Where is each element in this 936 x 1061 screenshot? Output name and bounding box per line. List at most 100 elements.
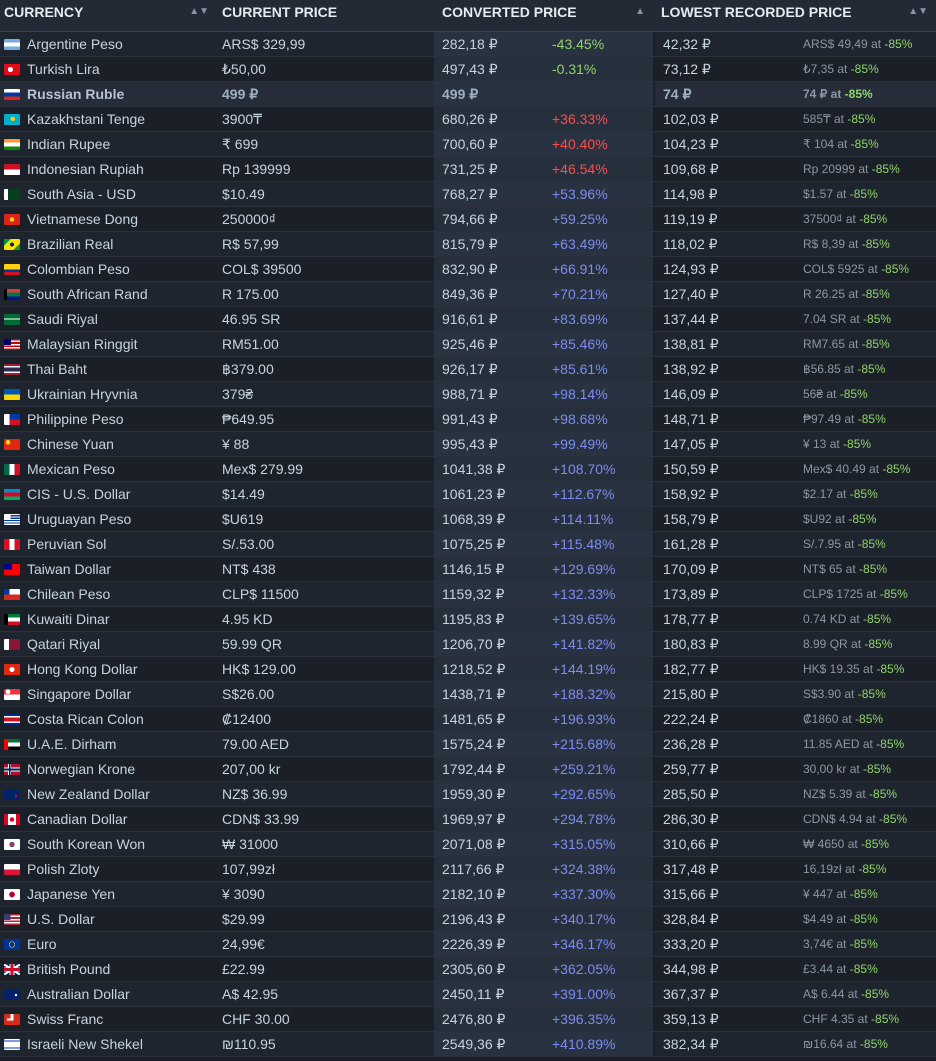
price-difference: +40.40%	[552, 136, 608, 152]
current-price-cell: HK$ 129.00	[222, 661, 296, 677]
lowest-price-cell: 359,13 ₽ CHF 4.35 at -85%	[653, 1007, 936, 1031]
table-row[interactable]: Hong Kong Dollar HK$ 129.00 1218,52 ₽ +1…	[0, 657, 936, 682]
column-header-current-price[interactable]: CURRENT PRICE	[217, 0, 434, 31]
lowest-recorded-detail: ¥ 447 at -85%	[803, 882, 878, 906]
table-row[interactable]: Ukrainian Hryvnia 379₴ 988,71 ₽ +98.14% …	[0, 382, 936, 407]
price-difference: +114.11%	[552, 511, 614, 527]
converted-price-cell: 832,90 ₽ +66.91%	[434, 257, 653, 281]
current-price-cell: 107,99zł	[222, 861, 275, 877]
table-row[interactable]: South Asia - USD $10.49 768,27 ₽ +53.96%…	[0, 182, 936, 207]
lowest-price-cell: 367,37 ₽ A$ 6.44 at -85%	[653, 982, 936, 1006]
currency-name: U.S. Dollar	[27, 911, 95, 927]
table-row[interactable]: Mexican Peso Mex$ 279.99 1041,38 ₽ +108.…	[0, 457, 936, 482]
table-row[interactable]: British Pound £22.99 2305,60 ₽ +362.05% …	[0, 957, 936, 982]
current-price-cell: ฿379.00	[222, 361, 274, 377]
discount-percent: -85%	[871, 1012, 900, 1026]
currency-cell: Malaysian Ringgit	[0, 332, 217, 356]
lowest-price-cell: 127,40 ₽ R 26.25 at -85%	[653, 282, 936, 306]
converted-price: 497,43 ₽	[442, 61, 498, 77]
column-header-lowest-recorded-price[interactable]: LOWEST RECORDED PRICE ▲▼	[653, 0, 936, 31]
price-difference: +83.69%	[552, 311, 608, 327]
colombia-flag-icon	[4, 263, 20, 275]
lowest-price-cell: 315,66 ₽ ¥ 447 at -85%	[653, 882, 936, 906]
lowest-recorded-local-price: S$3.90 at	[803, 687, 858, 701]
lowest-recorded-local-price: 0.74 KD at	[803, 612, 864, 626]
lowest-recorded-local-price: 3,74€ at	[803, 937, 850, 951]
table-row[interactable]: Brazilian Real R$ 57,99 815,79 ₽ +63.49%…	[0, 232, 936, 257]
table-row[interactable]: Israeli New Shekel ₪110.95 2549,36 ₽ +41…	[0, 1032, 936, 1057]
price-difference: +139.65%	[552, 611, 616, 627]
converted-price: 1075,25 ₽	[442, 536, 506, 552]
price-difference: -43.45%	[552, 36, 605, 52]
saudi-flag-icon	[4, 313, 20, 325]
table-row[interactable]: South African Rand R 175.00 849,36 ₽ +70…	[0, 282, 936, 307]
table-row[interactable]: Kuwaiti Dinar 4.95 KD 1195,83 ₽ +139.65%…	[0, 607, 936, 632]
column-header-currency[interactable]: CURRENCY ▲▼	[0, 0, 217, 31]
lowest-recorded-local-price: ¥ 13 at	[803, 437, 844, 451]
table-row[interactable]: Kazakhstani Tenge 3900₸ 680,26 ₽ +36.33%…	[0, 107, 936, 132]
table-row[interactable]: Norwegian Krone 207,00 kr 1792,44 ₽ +259…	[0, 757, 936, 782]
lowest-recorded-local-price: CDN$ 4.94 at	[803, 812, 880, 826]
table-row[interactable]: Euro 24,99€ 2226,39 ₽ +346.17% 333,20 ₽ …	[0, 932, 936, 957]
lowest-recorded-detail: ฿56.85 at -85%	[803, 357, 885, 381]
current-price-cell: ₱649.95	[222, 411, 275, 427]
table-row[interactable]: U.S. Dollar $29.99 2196,43 ₽ +340.17% 32…	[0, 907, 936, 932]
current-price-cell: Rp 139999	[222, 161, 291, 177]
table-row[interactable]: Colombian Peso COL$ 39500 832,90 ₽ +66.9…	[0, 257, 936, 282]
table-row[interactable]: Indian Rupee ₹ 699 700,60 ₽ +40.40% 104,…	[0, 132, 936, 157]
converted-price: 1195,83 ₽	[442, 611, 505, 627]
price-difference: +36.33%	[552, 111, 608, 127]
table-row[interactable]: Philippine Peso ₱649.95 991,43 ₽ +98.68%…	[0, 407, 936, 432]
table-row[interactable]: Polish Zloty 107,99zł 2117,66 ₽ +324.38%…	[0, 857, 936, 882]
current-price-cell: $29.99	[222, 911, 265, 927]
lowest-price-cell: 138,81 ₽ RM7.65 at -85%	[653, 332, 936, 356]
table-row[interactable]: U.A.E. Dirham 79.00 AED 1575,24 ₽ +215.6…	[0, 732, 936, 757]
table-row[interactable]: Peruvian Sol S/.53.00 1075,25 ₽ +115.48%…	[0, 532, 936, 557]
table-row[interactable]: Swiss Franc CHF 30.00 2476,80 ₽ +396.35%…	[0, 1007, 936, 1032]
converted-price: 700,60 ₽	[442, 136, 498, 152]
price-difference: -0.31%	[552, 61, 597, 77]
table-row[interactable]: Indonesian Rupiah Rp 139999 731,25 ₽ +46…	[0, 157, 936, 182]
table-row[interactable]: Costa Rican Colon ₡12400 1481,65 ₽ +196.…	[0, 707, 936, 732]
israel-flag-icon	[4, 1038, 20, 1050]
table-row[interactable]: New Zealand Dollar NZ$ 36.99 1959,30 ₽ +…	[0, 782, 936, 807]
lowest-price-cell: 74 ₽ 74 ₽ at -85%	[653, 82, 936, 106]
current-price-cell: 79.00 AED	[222, 736, 289, 752]
current-price-cell: ₡12400	[222, 711, 272, 727]
table-row[interactable]: Australian Dollar A$ 42.95 2450,11 ₽ +39…	[0, 982, 936, 1007]
table-row[interactable]: Saudi Riyal 46.95 SR 916,61 ₽ +83.69% 13…	[0, 307, 936, 332]
eu-flag-icon	[4, 938, 20, 950]
table-row[interactable]: Thai Baht ฿379.00 926,17 ₽ +85.61% 138,9…	[0, 357, 936, 382]
azerbaijan-flag-icon	[4, 488, 20, 500]
table-row[interactable]: Canadian Dollar CDN$ 33.99 1969,97 ₽ +29…	[0, 807, 936, 832]
table-row[interactable]: Turkish Lira ₺50,00 497,43 ₽ -0.31% 73,1…	[0, 57, 936, 82]
discount-percent: -85%	[850, 137, 879, 151]
table-row[interactable]: Vietnamese Dong 250000₫ 794,66 ₽ +59.25%…	[0, 207, 936, 232]
price-difference: +340.17%	[552, 911, 616, 927]
table-row[interactable]: Malaysian Ringgit RM51.00 925,46 ₽ +85.4…	[0, 332, 936, 357]
current-price-cell: 379₴	[222, 386, 254, 402]
table-row[interactable]: Chilean Peso CLP$ 11500 1159,32 ₽ +132.3…	[0, 582, 936, 607]
converted-price: 731,25 ₽	[442, 161, 498, 177]
table-row[interactable]: Singapore Dollar S$26.00 1438,71 ₽ +188.…	[0, 682, 936, 707]
table-row[interactable]: CIS - U.S. Dollar $14.49 1061,23 ₽ +112.…	[0, 482, 936, 507]
table-row[interactable]: Qatari Riyal 59.99 QR 1206,70 ₽ +141.82%…	[0, 632, 936, 657]
converted-price-cell: 925,46 ₽ +85.46%	[434, 332, 653, 356]
converted-price: 1575,24 ₽	[442, 736, 506, 752]
table-row[interactable]: Taiwan Dollar NT$ 438 1146,15 ₽ +129.69%…	[0, 557, 936, 582]
lowest-converted-price: 124,93 ₽	[663, 261, 719, 277]
table-row[interactable]: Japanese Yen ¥ 3090 2182,10 ₽ +337.30% 3…	[0, 882, 936, 907]
lowest-recorded-local-price: CLP$ 1725 at	[803, 587, 880, 601]
table-row[interactable]: Argentine Peso ARS$ 329,99 282,18 ₽ -43.…	[0, 32, 936, 57]
table-row[interactable]: Uruguayan Peso $U619 1068,39 ₽ +114.11% …	[0, 507, 936, 532]
discount-percent: -85%	[849, 937, 878, 951]
currency-cell: Philippine Peso	[0, 407, 217, 431]
japan-flag-icon	[4, 888, 20, 900]
lowest-recorded-local-price: ₪16.64 at	[803, 1037, 860, 1051]
column-header-converted-price[interactable]: CONVERTED PRICE ▲	[434, 0, 653, 31]
currency-name: South Korean Won	[27, 836, 146, 852]
table-row[interactable]: Russian Ruble 499 ₽ 499 ₽ 74 ₽ 74 ₽ at -…	[0, 82, 936, 107]
table-row[interactable]: Chinese Yuan ¥ 88 995,43 ₽ +99.49% 147,0…	[0, 432, 936, 457]
table-row[interactable]: South Korean Won ₩ 31000 2071,08 ₽ +315.…	[0, 832, 936, 857]
converted-price-cell: 1481,65 ₽ +196.93%	[434, 707, 653, 731]
